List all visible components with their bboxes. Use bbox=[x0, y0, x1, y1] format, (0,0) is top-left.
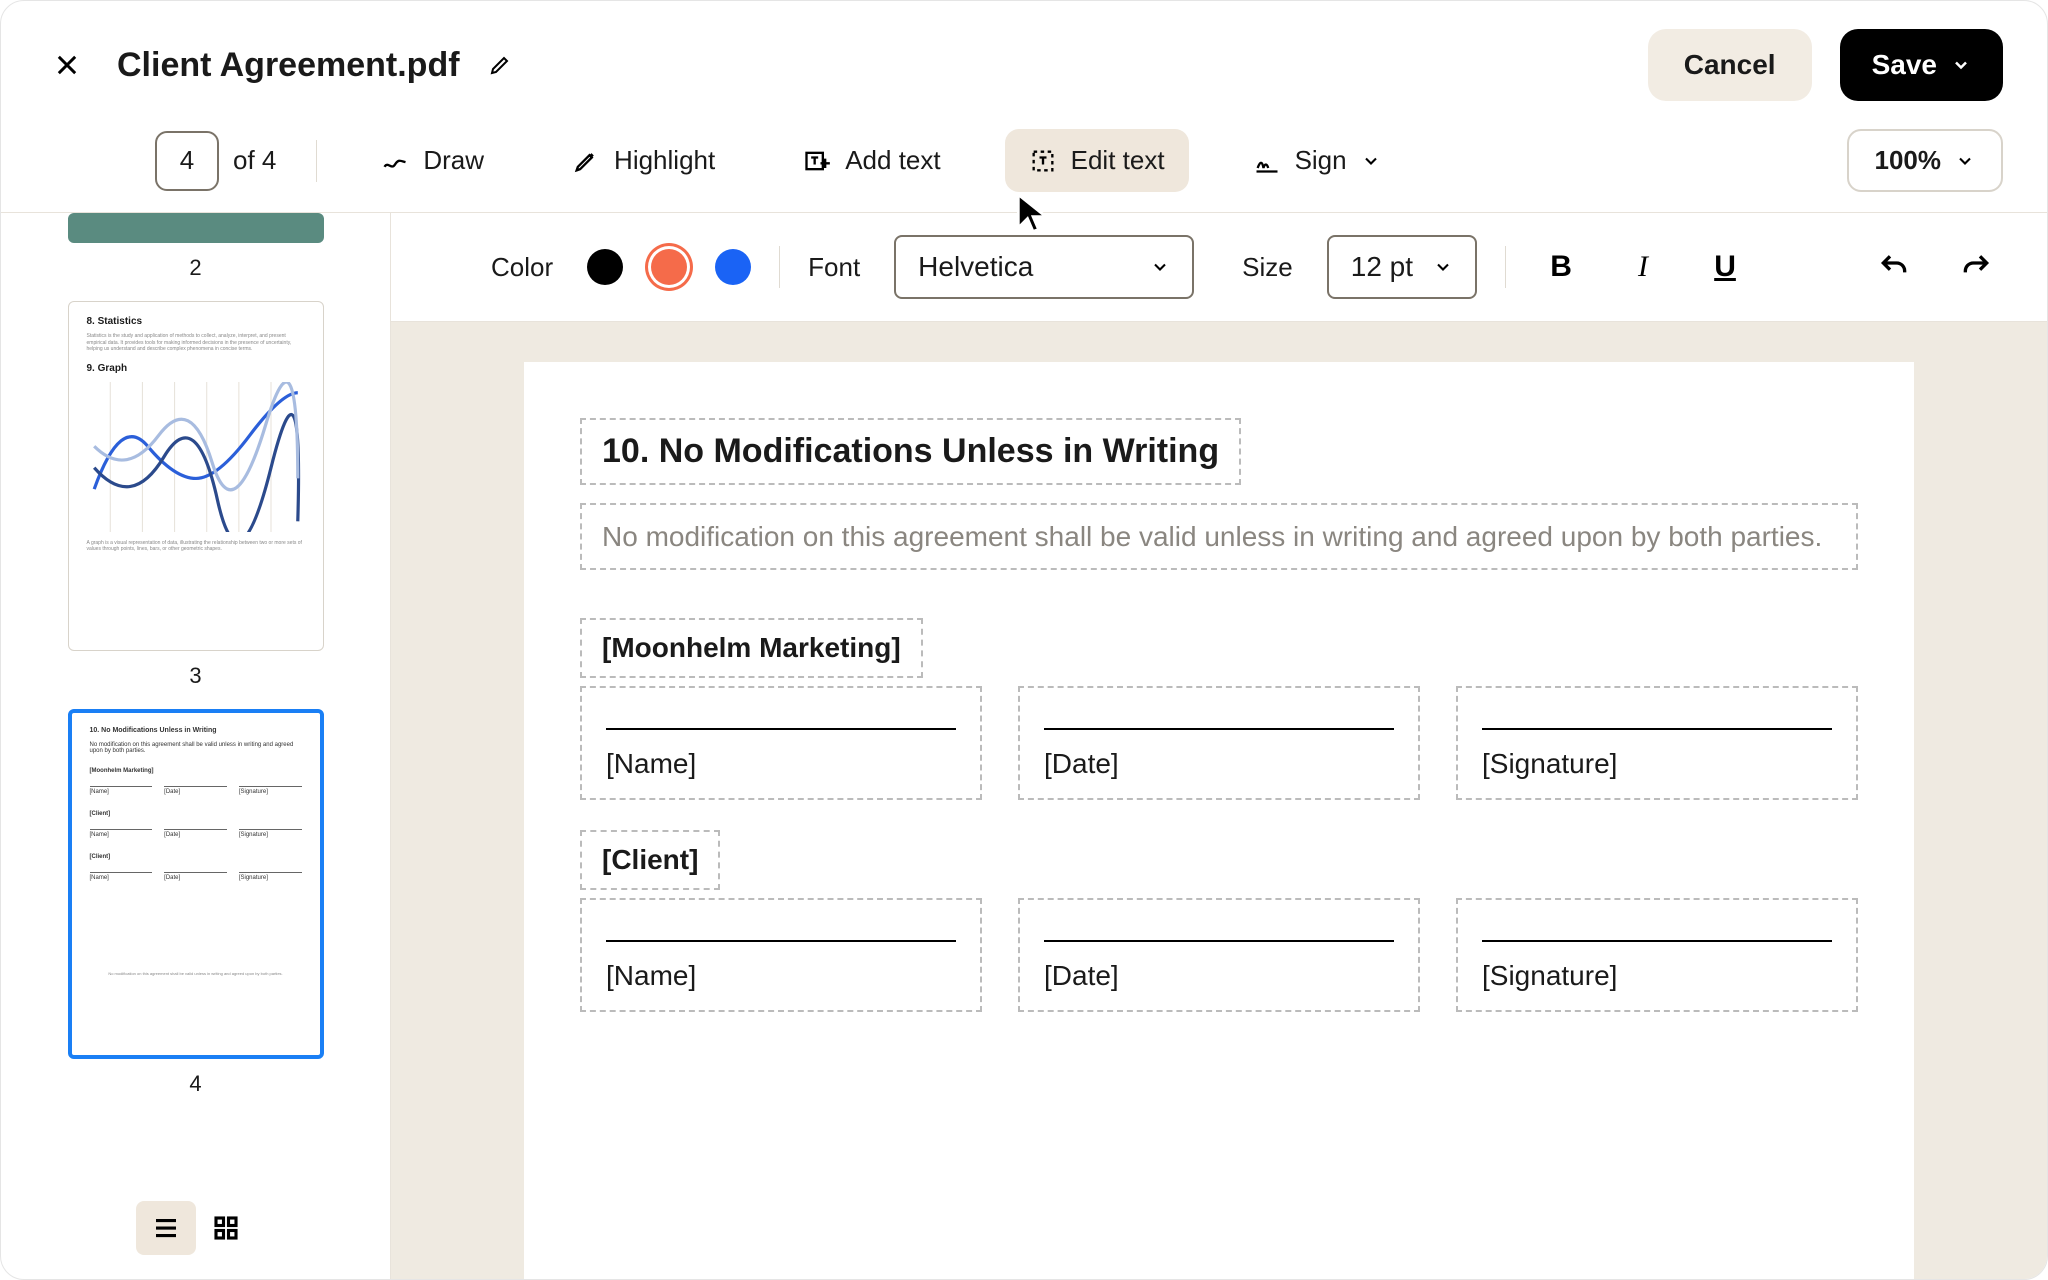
color-black[interactable] bbox=[587, 249, 623, 285]
undo-button[interactable] bbox=[1867, 240, 1921, 294]
thumbnail-chart bbox=[87, 382, 305, 532]
sign-tool[interactable]: Sign bbox=[1229, 129, 1405, 192]
chevron-down-icon bbox=[1433, 257, 1453, 277]
zoom-control[interactable]: 100% bbox=[1847, 129, 2004, 192]
sign-icon bbox=[1253, 147, 1281, 175]
thumbnail-page-2[interactable] bbox=[68, 213, 324, 243]
redo-icon bbox=[1960, 251, 1992, 283]
draw-tool[interactable]: Draw bbox=[357, 129, 508, 192]
color-blue[interactable] bbox=[715, 249, 751, 285]
page-number-input[interactable]: 4 bbox=[155, 131, 219, 191]
grid-icon bbox=[211, 1213, 241, 1243]
chevron-down-icon bbox=[1955, 151, 1975, 171]
rename-button[interactable] bbox=[480, 45, 520, 85]
signature-sig-field[interactable]: [Signature] bbox=[1456, 898, 1858, 1012]
highlight-tool[interactable]: Highlight bbox=[548, 129, 739, 192]
font-label: Font bbox=[808, 252, 860, 283]
close-icon bbox=[53, 51, 81, 79]
page-content: 10. No Modifications Unless in Writing N… bbox=[524, 362, 1914, 1279]
thumbnail-page-4[interactable]: 10. No Modifications Unless in Writing N… bbox=[68, 709, 324, 1059]
thumbnail-number: 3 bbox=[189, 663, 201, 689]
chevron-down-icon bbox=[1150, 257, 1170, 277]
bold-button[interactable]: B bbox=[1534, 240, 1588, 294]
redo-button[interactable] bbox=[1949, 240, 2003, 294]
page-control: 4 of 4 bbox=[155, 131, 276, 191]
thumbnail-page-3[interactable]: 8. Statistics Statistics is the study an… bbox=[68, 301, 324, 651]
document-canvas[interactable]: 10. No Modifications Unless in Writing N… bbox=[391, 322, 2047, 1279]
draw-icon bbox=[381, 147, 409, 175]
font-select[interactable]: Helvetica bbox=[894, 235, 1194, 299]
list-view-button[interactable] bbox=[136, 1201, 196, 1255]
editable-body[interactable]: No modification on this agreement shall … bbox=[580, 503, 1858, 570]
edit-text-icon bbox=[1029, 147, 1057, 175]
signature-name-field[interactable]: [Name] bbox=[580, 898, 982, 1012]
undo-icon bbox=[1878, 251, 1910, 283]
thumbnail-number: 2 bbox=[189, 255, 201, 281]
signature-sig-field[interactable]: [Signature] bbox=[1456, 686, 1858, 800]
editable-party2[interactable]: [Client] bbox=[580, 830, 720, 890]
cancel-button[interactable]: Cancel bbox=[1648, 29, 1812, 101]
divider bbox=[779, 246, 780, 288]
add-text-icon bbox=[803, 147, 831, 175]
save-button[interactable]: Save bbox=[1840, 29, 2003, 101]
page-total-label: of 4 bbox=[233, 145, 276, 176]
highlight-icon bbox=[572, 147, 600, 175]
size-label: Size bbox=[1242, 252, 1293, 283]
size-select[interactable]: 12 pt bbox=[1327, 235, 1477, 299]
thumbnail-number: 4 bbox=[189, 1071, 201, 1097]
add-text-tool[interactable]: Add text bbox=[779, 129, 964, 192]
grid-view-button[interactable] bbox=[196, 1201, 256, 1255]
toolbar: 4 of 4 Draw Highlight Add text Edit text… bbox=[1, 129, 2047, 213]
edit-text-tool[interactable]: Edit text bbox=[1005, 129, 1189, 192]
signature-date-field[interactable]: [Date] bbox=[1018, 686, 1420, 800]
signature-name-field[interactable]: [Name] bbox=[580, 686, 982, 800]
color-orange[interactable] bbox=[651, 249, 687, 285]
underline-button[interactable]: U bbox=[1698, 240, 1752, 294]
divider bbox=[1505, 246, 1506, 288]
editable-heading[interactable]: 10. No Modifications Unless in Writing bbox=[580, 418, 1241, 485]
header-bar: Client Agreement.pdf Cancel Save bbox=[1, 1, 2047, 129]
list-icon bbox=[151, 1213, 181, 1243]
document-title: Client Agreement.pdf bbox=[117, 46, 460, 85]
pencil-icon bbox=[488, 53, 512, 77]
signature-date-field[interactable]: [Date] bbox=[1018, 898, 1420, 1012]
close-button[interactable] bbox=[45, 43, 89, 87]
format-bar: Color Font Helvetica Size 12 pt B I U bbox=[391, 213, 2047, 322]
thumbnail-sidebar: 2 8. Statistics Statistics is the study … bbox=[1, 213, 391, 1279]
chevron-down-icon bbox=[1361, 151, 1381, 171]
color-label: Color bbox=[491, 252, 553, 283]
divider bbox=[316, 140, 317, 182]
editable-party1[interactable]: [Moonhelm Marketing] bbox=[580, 618, 923, 678]
italic-button[interactable]: I bbox=[1616, 240, 1670, 294]
chevron-down-icon bbox=[1951, 55, 1971, 75]
save-button-label: Save bbox=[1872, 49, 1937, 81]
